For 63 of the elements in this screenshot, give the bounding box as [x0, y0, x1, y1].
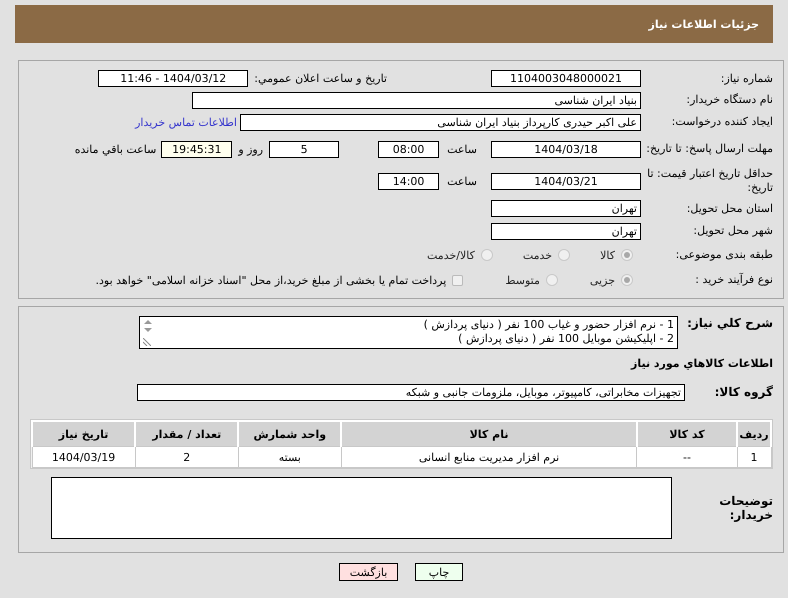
notes-field[interactable] [51, 477, 672, 539]
print-button[interactable]: چاپ [415, 563, 463, 581]
text-field[interactable]: 08:00 [378, 140, 440, 158]
field-label: طبقه بندی موضوعی: [674, 248, 773, 262]
section-title: اطلاعات کالاهاي مورد نياز [631, 356, 773, 370]
text-field[interactable]: تهران [491, 200, 641, 217]
field-label: تاریخ و ساعت اعلان عمومي: [254, 72, 387, 85]
option-label: کالا [600, 248, 615, 262]
buyer-contact-link[interactable]: اطلاعات تماس خریدار [135, 116, 237, 128]
field-label: شرح کلي نياز: [686, 316, 773, 330]
radio-button[interactable] [480, 249, 493, 261]
field-label: حداقل تاریخ اعتبار قیمت: تا تاریخ: [646, 167, 773, 195]
countdown-field[interactable]: 19:45:31 [161, 140, 232, 158]
column-header: کد کالا [636, 421, 738, 446]
checkbox[interactable] [452, 274, 464, 286]
column-header: ردیف [737, 421, 771, 446]
field-label: ساعت باقي مانده [74, 142, 156, 156]
resize-grip-icon[interactable] [143, 338, 151, 346]
text-field[interactable]: 1404/03/18 [491, 140, 641, 158]
radio-button[interactable] [621, 274, 633, 286]
table-cell: 1404/03/19 [32, 446, 136, 468]
field-label: استان محل تحویل: [686, 202, 773, 216]
option-label: خدمت [522, 248, 552, 262]
field-label: ساعت [447, 174, 477, 188]
table-cell: نرم افزار مدیریت منابع انسانی [341, 446, 637, 468]
column-header: واحد شمارش [238, 421, 342, 446]
text-field[interactable]: 14:00 [378, 172, 440, 190]
field-label: نوع فرآیند خرید : [694, 273, 773, 287]
radio-button[interactable] [621, 249, 633, 261]
text-field[interactable]: 1404/03/21 [491, 172, 641, 190]
field-label: روز و [238, 142, 264, 156]
text-field[interactable]: تجهیزات مخابراتی، کامپیوتر، موبایل، ملزومات جانبی و شبکه [137, 384, 685, 400]
checkbox-label: پرداخت تمام یا بخشی از مبلغ خرید،از محل "اسناد خزانه اسلامی" خواهد بود. [96, 274, 446, 286]
text-field[interactable]: 1104003048000021 [491, 70, 641, 87]
field-label: ایجاد کننده درخواست: [670, 115, 773, 129]
field-label: ساعت [447, 142, 477, 156]
radio-button[interactable] [558, 249, 570, 261]
description-field[interactable]: 1 - نرم افزار حضور و غیاب 100 نفر ( دنیای پردازش ) 2 - اپلیکیشن موبایل 100 نفر ( دنیای پردازش ) [139, 316, 678, 349]
option-label: کالا/خدمت [427, 248, 475, 262]
text-field[interactable]: تهران [491, 222, 641, 240]
option-label: متوسط [505, 274, 540, 286]
table-cell: 1 [737, 446, 771, 468]
column-header: تاریخ نیاز [32, 421, 136, 446]
field-label: گروه کالا: [714, 385, 773, 399]
back-button[interactable]: بازگشت [339, 563, 398, 581]
field-label: شهر محل تحویل: [692, 224, 773, 238]
scroll-arrows-icon[interactable] [143, 319, 153, 333]
field-label: توضیحات خریدار: [718, 494, 773, 522]
text-field[interactable]: بنیاد ایران شناسی [192, 92, 641, 108]
table-cell: 2 [135, 446, 238, 468]
column-header: تعداد / مقدار [135, 421, 238, 446]
text-field[interactable]: 5 [269, 140, 340, 158]
text-field[interactable]: 1404/03/12 - 11:46 [98, 70, 248, 87]
text-field[interactable]: علی اکبر حیدری کارپرداز بنیاد ایران شناسی [240, 114, 641, 130]
column-header: نام کالا [341, 421, 637, 446]
field-label: شماره نیاز: [720, 72, 773, 86]
table-cell: -- [636, 446, 738, 468]
page-title: جزئیات اطلاعات نیاز [648, 18, 759, 30]
option-label: جزیی [590, 274, 615, 286]
field-label: مهلت ارسال پاسخ: تا تاریخ: [645, 142, 773, 156]
radio-button[interactable] [546, 274, 558, 286]
table-cell: بسته [238, 446, 342, 468]
field-label: نام دستگاه خریدار: [685, 93, 773, 107]
